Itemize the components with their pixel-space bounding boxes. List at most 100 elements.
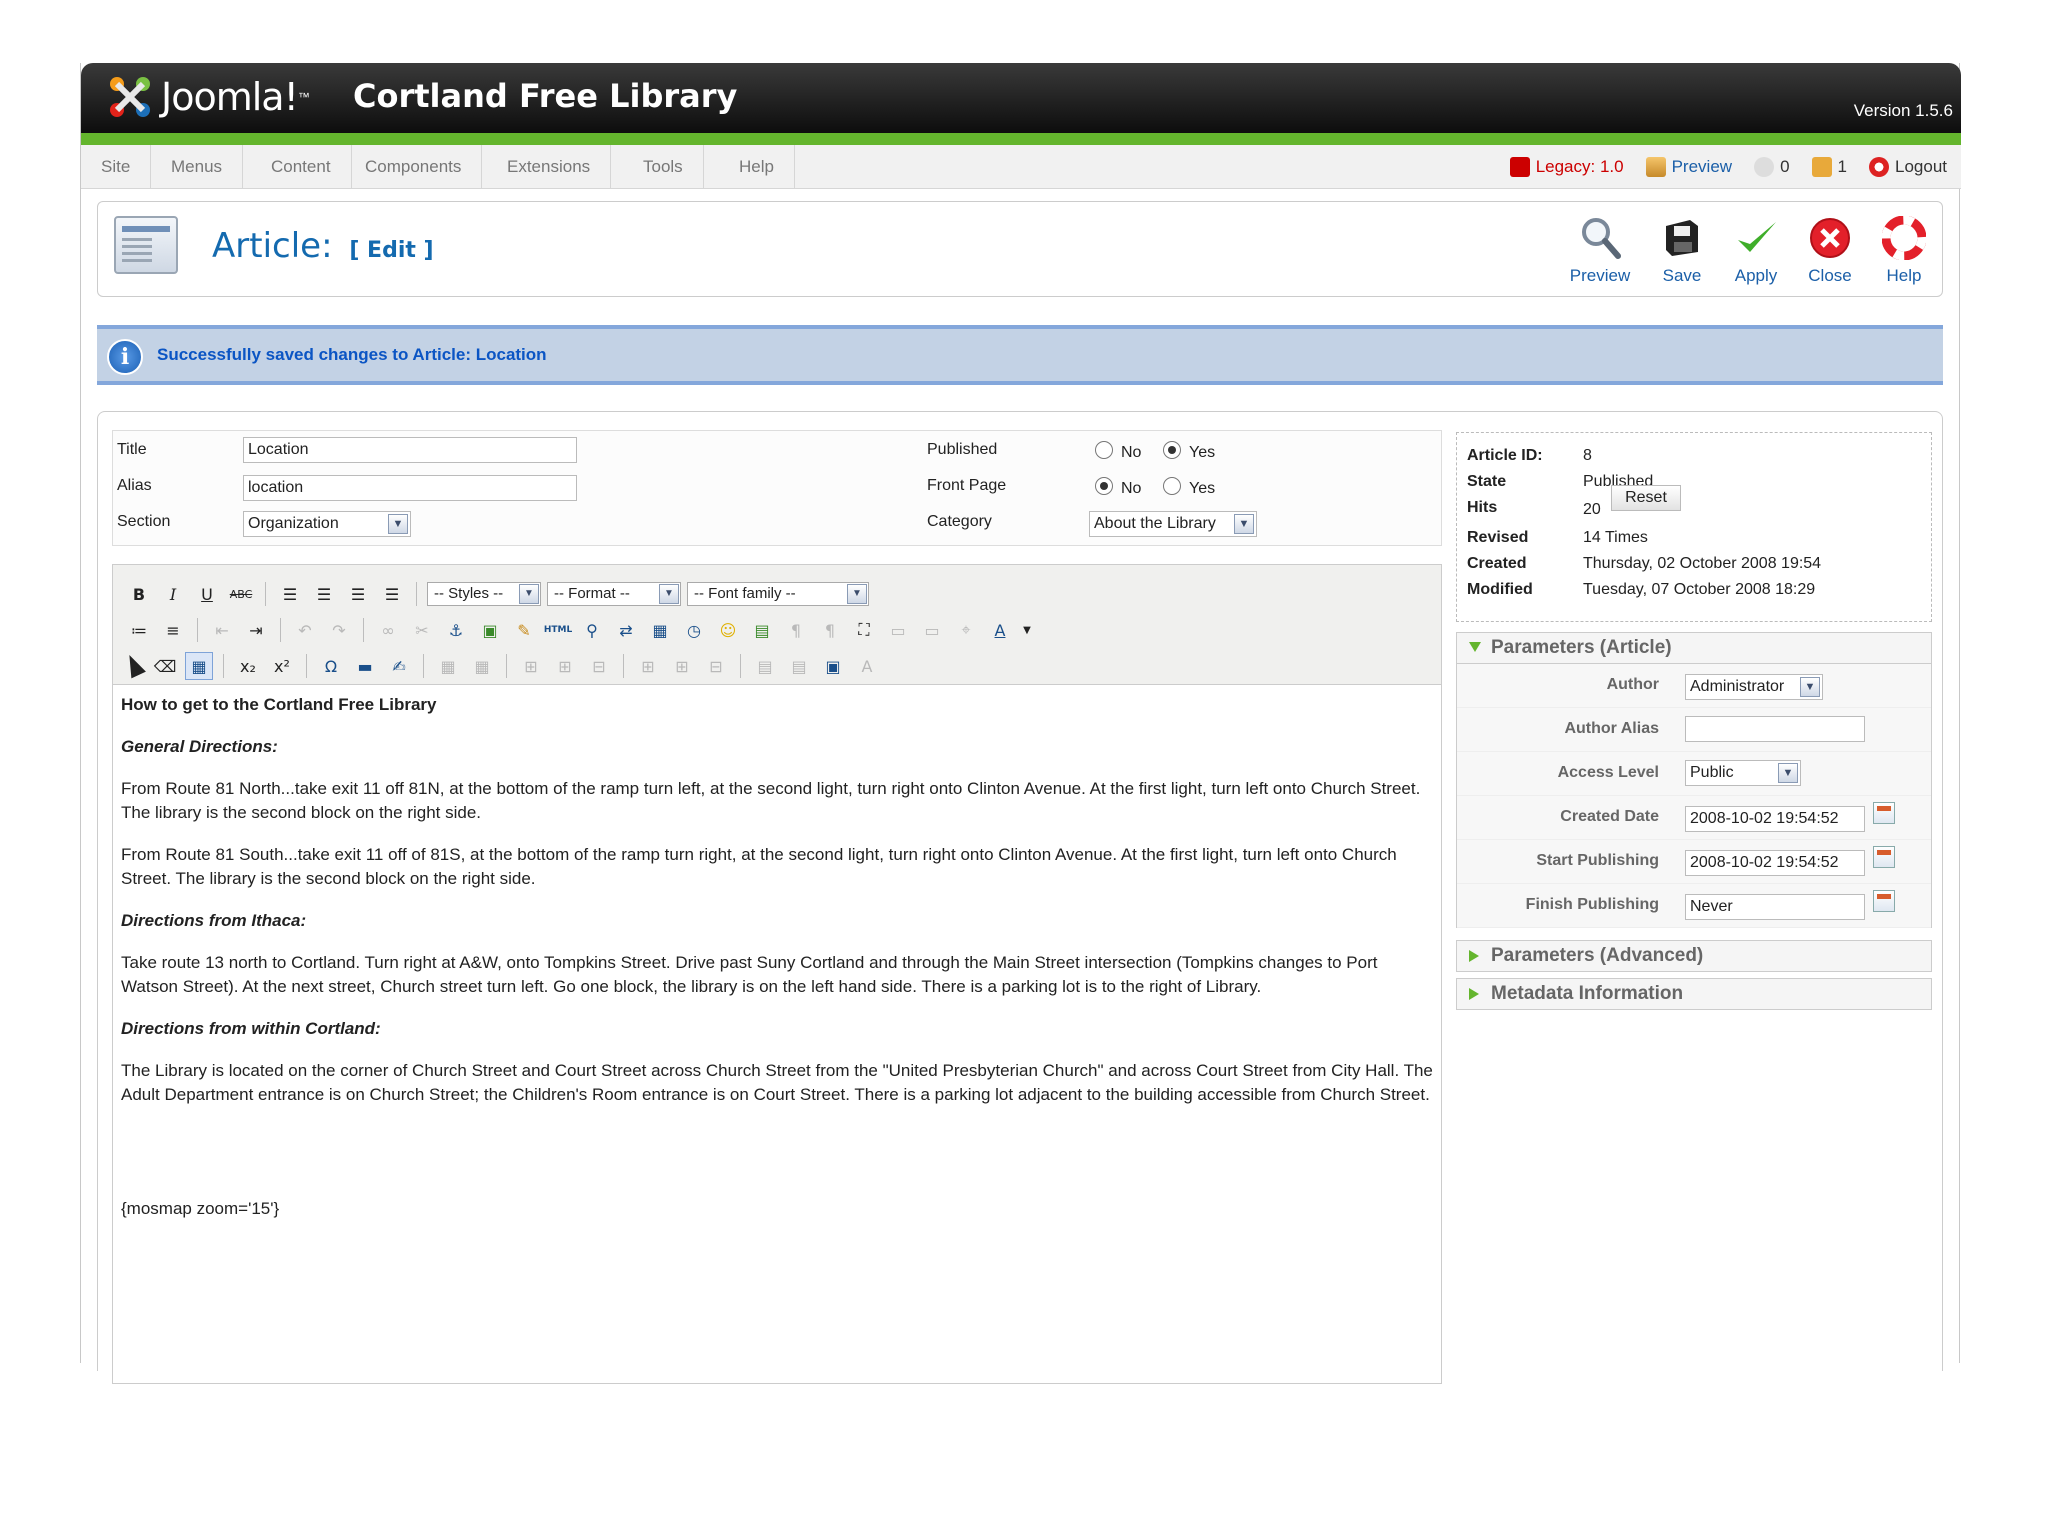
font-family-select[interactable]: -- Font family -- ▼ <box>687 582 869 606</box>
calendar-icon[interactable] <box>1873 802 1895 824</box>
special-char-icon[interactable]: Ω <box>317 652 345 680</box>
frontpage-yes-radio[interactable] <box>1163 477 1181 495</box>
align-justify-icon[interactable]: ☰ <box>378 580 406 608</box>
editor-content[interactable]: How to get to the Cortland Free Library … <box>121 687 1433 1377</box>
frontpage-no-radio[interactable] <box>1095 477 1113 495</box>
italic-icon[interactable]: I <box>159 580 187 608</box>
align-left-icon[interactable]: ☰ <box>276 580 304 608</box>
image-icon[interactable]: ▣ <box>476 616 504 644</box>
unlink-icon[interactable]: ✂ <box>408 616 436 644</box>
superscript-icon[interactable]: x² <box>268 652 296 680</box>
logo-text: Joomla! <box>161 75 299 119</box>
emoticon-icon[interactable]: ☺ <box>714 616 742 644</box>
published-yes-radio[interactable] <box>1163 441 1181 459</box>
save-button[interactable]: Save <box>1644 212 1720 290</box>
horizontal-rule-icon[interactable]: ▬ <box>351 652 379 680</box>
align-center-icon[interactable]: ☰ <box>310 580 338 608</box>
styles-select[interactable]: -- Styles -- ▼ <box>427 582 541 606</box>
row-after-icon[interactable]: ⊞ <box>551 652 579 680</box>
row-before-icon[interactable]: ⊞ <box>517 652 545 680</box>
legacy-status[interactable]: Legacy: 1.0 <box>1509 157 1624 177</box>
text-color-icon[interactable]: A <box>986 616 1014 644</box>
preview-label: Preview <box>1671 157 1733 176</box>
media-icon[interactable]: ▤ <box>748 616 776 644</box>
html-source-icon[interactable]: HTML <box>544 616 572 644</box>
joomla-logo[interactable]: Joomla! ™ <box>107 71 310 123</box>
menu-help[interactable]: Help <box>719 145 795 189</box>
access-level-select[interactable]: Public ▼ <box>1685 760 1801 786</box>
bullet-list-icon[interactable]: ≔ <box>125 616 153 644</box>
delete-col-icon[interactable]: ⊟ <box>702 652 730 680</box>
undo-icon[interactable]: ↶ <box>291 616 319 644</box>
params-article-header[interactable]: Parameters (Article) <box>1456 632 1932 664</box>
table-visual-aid-icon[interactable]: ▦ <box>185 652 213 680</box>
indent-icon[interactable]: ⇥ <box>242 616 270 644</box>
subscript-icon[interactable]: x₂ <box>234 652 262 680</box>
align-right-icon[interactable]: ☰ <box>344 580 372 608</box>
cleanup-icon[interactable]: ✎ <box>510 616 538 644</box>
split-cells-icon[interactable]: ▤ <box>751 652 779 680</box>
editor-toolbar-row-1: B I U ABC ☰ ☰ ☰ ☰ -- Styles -- ▼ -- Form… <box>125 579 869 609</box>
strikethrough-icon[interactable]: ABC <box>227 580 255 608</box>
insert-box-icon[interactable]: ▣ <box>819 652 847 680</box>
params-advanced-header[interactable]: Parameters (Advanced) <box>1456 940 1932 972</box>
move-layer-icon[interactable]: ▭ <box>918 616 946 644</box>
title-input[interactable] <box>243 437 577 463</box>
redo-icon[interactable]: ↷ <box>325 616 353 644</box>
start-publishing-input[interactable] <box>1685 850 1865 876</box>
metadata-header[interactable]: Metadata Information <box>1456 978 1932 1010</box>
fullscreen-icon[interactable]: ⛶ <box>850 616 878 644</box>
underline-icon[interactable]: U <box>193 580 221 608</box>
bold-icon[interactable]: B <box>125 580 153 608</box>
menu-content[interactable]: Content <box>251 145 352 189</box>
style-props-icon[interactable]: A <box>853 652 881 680</box>
menu-components[interactable]: Components <box>345 145 483 189</box>
merge-cells-icon[interactable]: ▤ <box>785 652 813 680</box>
replace-icon[interactable]: ⇄ <box>612 616 640 644</box>
format-select[interactable]: -- Format -- ▼ <box>547 582 681 606</box>
eraser-icon[interactable]: ⌫ <box>151 652 179 680</box>
close-button[interactable]: Close <box>1792 212 1868 290</box>
author-alias-input[interactable] <box>1685 716 1865 742</box>
section-select[interactable]: Organization ▼ <box>243 511 411 537</box>
rtl-icon[interactable]: ¶ <box>816 616 844 644</box>
chevron-down-icon[interactable]: ▼ <box>1020 616 1034 644</box>
published-no-radio[interactable] <box>1095 441 1113 459</box>
menu-tools[interactable]: Tools <box>623 145 704 189</box>
insert-time-icon[interactable]: ◷ <box>680 616 708 644</box>
author-select[interactable]: Administrator ▼ <box>1685 674 1823 700</box>
absolute-icon[interactable]: ⌖ <box>952 616 980 644</box>
numbered-list-icon[interactable]: ≡ <box>159 616 187 644</box>
finish-publishing-input[interactable] <box>1685 894 1865 920</box>
collapsed-triangle-icon <box>1469 950 1479 962</box>
edit-css-icon[interactable]: ✍ <box>385 652 413 680</box>
logout-link[interactable]: Logout <box>1869 157 1947 177</box>
delete-row-icon[interactable]: ⊟ <box>585 652 613 680</box>
alias-input[interactable] <box>243 475 577 501</box>
messages-status[interactable]: 0 <box>1754 157 1790 177</box>
preview-button[interactable]: Preview <box>1562 212 1638 290</box>
users-status[interactable]: 1 <box>1811 157 1847 177</box>
anchor-icon[interactable]: ⚓ <box>442 616 470 644</box>
apply-button[interactable]: Apply <box>1718 212 1794 290</box>
reset-hits-button[interactable]: Reset <box>1611 485 1681 511</box>
link-icon[interactable]: ∞ <box>374 616 402 644</box>
calendar-icon[interactable] <box>1873 890 1895 912</box>
layer-icon[interactable]: ▭ <box>884 616 912 644</box>
menu-menus[interactable]: Menus <box>151 145 244 189</box>
created-date-input[interactable] <box>1685 806 1865 832</box>
ltr-icon[interactable]: ¶ <box>782 616 810 644</box>
table-icon[interactable]: ▦ <box>434 652 462 680</box>
col-after-icon[interactable]: ⊞ <box>668 652 696 680</box>
calendar-icon[interactable] <box>1873 846 1895 868</box>
find-icon[interactable]: ⚲ <box>578 616 606 644</box>
menu-site[interactable]: Site <box>81 145 152 189</box>
table-props-icon[interactable]: ▦ <box>468 652 496 680</box>
help-button[interactable]: Help <box>1866 212 1942 290</box>
preview-link[interactable]: Preview <box>1645 157 1733 177</box>
category-select[interactable]: About the Library ▼ <box>1089 511 1257 537</box>
insert-date-icon[interactable]: ▦ <box>646 616 674 644</box>
col-before-icon[interactable]: ⊞ <box>634 652 662 680</box>
outdent-icon[interactable]: ⇤ <box>208 616 236 644</box>
menu-extensions[interactable]: Extensions <box>487 145 612 189</box>
